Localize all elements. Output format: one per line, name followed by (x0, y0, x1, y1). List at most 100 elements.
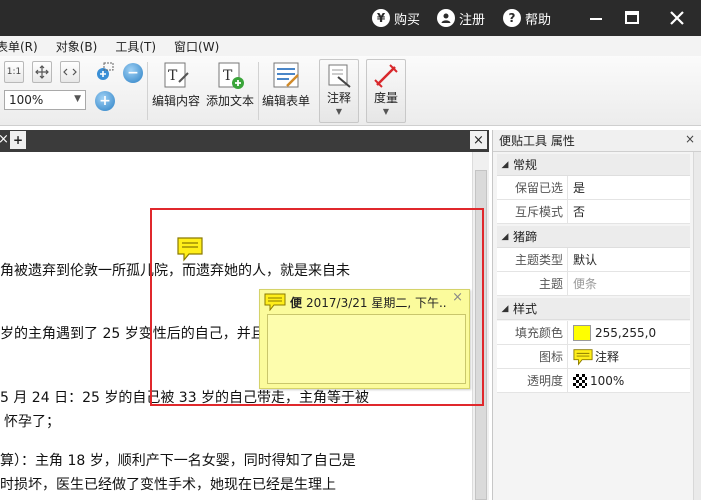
panel-close-button[interactable]: × (685, 132, 695, 146)
property-value[interactable]: 默认 (573, 248, 597, 272)
edit-form-icon (273, 62, 299, 88)
zoom-in-marquee-icon (97, 62, 114, 80)
property-row[interactable]: 图标 注释 (497, 345, 690, 369)
note-text-area[interactable] (267, 314, 466, 384)
actual-size-icon: 1:1 (6, 67, 22, 77)
menu-item-object[interactable]: 对象(B) (56, 38, 98, 55)
property-row[interactable]: 主题 便条 (497, 272, 690, 296)
close-icon (670, 11, 684, 25)
buy-button[interactable]: ¥ 购买 (372, 8, 420, 28)
zoom-select[interactable]: 100% ▼ (4, 90, 86, 110)
note-author: 便 (290, 295, 303, 310)
note-close-button[interactable]: × (452, 290, 463, 305)
property-key: 图标 (497, 345, 568, 369)
opacity-text: 100% (590, 374, 625, 388)
sticky-note-icon[interactable] (176, 236, 204, 262)
collapse-triangle-icon: ◢ (501, 303, 509, 314)
panel-scrollbar[interactable] (693, 152, 701, 500)
opacity-value[interactable]: 100% (573, 369, 624, 393)
property-row[interactable]: 透明度 100% (497, 369, 690, 393)
buy-label: 购买 (394, 12, 421, 28)
properties-panel: 便贴工具 属性 × ◢ 常规 保留已选 是 互斥模式 否 ◢ 猪蹄 主题类型 默… (492, 130, 701, 500)
annotation-label: 注释 (326, 91, 351, 105)
close-document-button[interactable]: × (470, 131, 487, 149)
menu-bar: 表单(R) 对象(B) 工具(T) 窗口(W) (0, 36, 701, 56)
svg-text:T: T (168, 68, 178, 84)
collapse-triangle-icon: ◢ (501, 231, 509, 242)
plus-icon: + (99, 93, 111, 109)
annotation-dropdown-button[interactable]: 注释 ▼ (319, 59, 359, 123)
close-window-button[interactable] (665, 6, 689, 30)
fill-color-value[interactable]: 255,255,0 (573, 321, 656, 345)
group-label: 猪蹄 (513, 230, 538, 244)
note-comment-icon (264, 293, 286, 311)
group-style[interactable]: ◢ 样式 (497, 298, 690, 320)
note-header: 便 2017/3/21 星期二, 下午.. (264, 293, 447, 311)
edit-content-label: 编辑内容 (152, 94, 201, 108)
zoom-marquee-button[interactable] (95, 62, 115, 82)
measure-label: 度量 (373, 91, 398, 105)
icon-value[interactable]: 注释 (573, 345, 619, 369)
document-text-line: 怀孕了； (4, 414, 60, 430)
menu-item-tools[interactable]: 工具(T) (115, 38, 156, 55)
edit-form-button[interactable]: 编辑表单 (262, 60, 310, 109)
document-text-line: 时损坏，医生已经做了变性手术，她现在已经是生理上 (0, 477, 336, 493)
property-key: 互斥模式 (497, 200, 568, 224)
property-row[interactable]: 填充颜色 255,255,0 (497, 321, 690, 345)
svg-text:T: T (223, 68, 233, 84)
fit-width-button[interactable] (60, 61, 80, 83)
edit-content-icon: T (164, 62, 189, 88)
help-label: 帮助 (525, 12, 552, 28)
fit-page-button[interactable] (32, 61, 52, 83)
fit-width-icon (63, 68, 77, 76)
property-value[interactable]: 是 (573, 176, 585, 200)
minimize-icon (590, 18, 602, 20)
minus-icon: − (127, 65, 139, 81)
minimize-button[interactable] (584, 6, 608, 30)
note-datetime: 2017/3/21 星期二, 下午.. (306, 295, 447, 310)
property-key: 主题 (497, 272, 568, 296)
property-value[interactable]: 便条 (573, 272, 597, 296)
add-text-icon: T (218, 62, 244, 89)
property-row[interactable]: 主题类型 默认 (497, 248, 690, 272)
add-text-button[interactable]: T 添加文本 (206, 60, 254, 109)
comment-icon (573, 349, 593, 366)
group-general[interactable]: ◢ 常规 (497, 154, 690, 176)
property-key: 填充颜色 (497, 321, 568, 345)
zoom-in-button[interactable]: + (95, 91, 115, 111)
group-label: 样式 (513, 302, 538, 316)
register-button[interactable]: 注册 (437, 8, 485, 28)
edit-content-button[interactable]: T 编辑内容 (152, 60, 200, 109)
measure-dropdown-button[interactable]: 度量 ▼ (366, 59, 406, 123)
property-row[interactable]: 互斥模式 否 (497, 200, 690, 224)
zoom-out-button[interactable]: − (123, 63, 143, 83)
caret-down-icon: ▼ (335, 107, 343, 116)
user-icon (437, 9, 455, 27)
panel-title: 便贴工具 属性 (493, 130, 701, 152)
chevron-down-icon: ▼ (74, 94, 81, 104)
collapse-triangle-icon: ◢ (501, 159, 509, 170)
group-appearance[interactable]: ◢ 猪蹄 (497, 226, 690, 248)
register-label: 注册 (459, 12, 486, 28)
document-tab-bar: × + × (0, 130, 489, 152)
document-text-line: 算）：主角 18 岁，顺利产下一名女婴，同时得知了自己是 (0, 453, 356, 469)
toolbar-divider (258, 62, 259, 120)
actual-size-button[interactable]: 1:1 (4, 61, 24, 83)
sticky-note-popup[interactable]: 便 2017/3/21 星期二, 下午.. × (259, 289, 470, 389)
menu-item-window[interactable]: 窗口(W) (174, 38, 219, 55)
close-tab-icon[interactable]: × (0, 132, 9, 147)
maximize-icon (625, 11, 639, 24)
help-button[interactable]: ? 帮助 (503, 8, 551, 28)
caret-down-icon: ▼ (382, 107, 390, 116)
property-key: 主题类型 (497, 248, 568, 272)
menu-item-form[interactable]: 表单(R) (0, 38, 38, 55)
yen-icon: ¥ (372, 9, 390, 27)
new-tab-button[interactable]: + (10, 131, 26, 149)
transparency-icon (573, 374, 587, 388)
maximize-button[interactable] (620, 6, 644, 30)
property-row[interactable]: 保留已选 是 (497, 176, 690, 200)
measure-icon (374, 64, 398, 88)
property-key: 透明度 (497, 369, 568, 393)
group-label: 常规 (513, 158, 538, 172)
property-value[interactable]: 否 (573, 200, 585, 224)
